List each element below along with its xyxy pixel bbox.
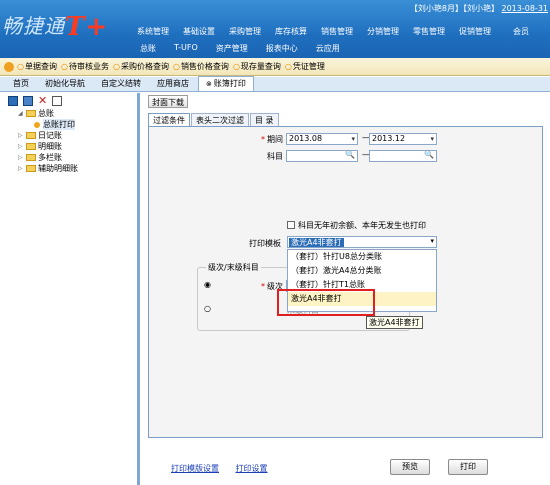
- quick-stock-query[interactable]: 现存量查询: [233, 61, 281, 72]
- subject-label: 科目: [267, 152, 283, 161]
- collapse-icon[interactable]: ▷: [18, 154, 24, 161]
- dropdown-arrow-icon: ▾: [430, 135, 434, 143]
- collapse-icon[interactable]: ▷: [18, 143, 24, 150]
- tab-custom-carry[interactable]: 自定义结转: [94, 77, 148, 91]
- leaf-icon: [34, 121, 40, 128]
- main-menu: 系统管理 基础设置 采购管理 库存核算 销售管理 分销管理 零售管理 促销管理 …: [130, 26, 544, 37]
- date-link[interactable]: 2013-08-31: [502, 4, 549, 13]
- page-tabs: 首页 初始化导航 自定义结转 应用商店 账簿打印: [0, 76, 550, 92]
- annotation-highlight-box: [277, 289, 375, 316]
- folder-icon: [26, 132, 36, 139]
- submenu-assets[interactable]: 资产管理: [216, 43, 248, 54]
- print-empty-checkbox[interactable]: [287, 221, 295, 229]
- tab-ledger-print[interactable]: 账簿打印: [198, 76, 254, 91]
- preview-button[interactable]: 预览: [390, 459, 430, 475]
- menu-system[interactable]: 系统管理: [130, 26, 176, 37]
- menu-inventory[interactable]: 库存核算: [268, 26, 314, 37]
- app-header: 畅捷通T+ 【刘小艳8月】【刘小艳】 2013-08-31 系统管理 基础设置 …: [0, 0, 550, 58]
- subject-from-input[interactable]: 🔍: [286, 150, 358, 162]
- period-to-select[interactable]: 2013.12 ▾: [369, 133, 437, 145]
- quick-purchase-price[interactable]: 采购价格查询: [113, 61, 169, 72]
- sidebar-toolbar: ✕: [0, 93, 137, 108]
- menu-member[interactable]: 会员: [498, 26, 544, 37]
- folder-icon: [26, 154, 36, 161]
- collapse-icon[interactable]: ▷: [18, 165, 24, 172]
- quick-voucher[interactable]: 凭证管理: [285, 61, 325, 72]
- template-label: 打印模板: [249, 239, 281, 248]
- quick-pending-review[interactable]: 待审核业务: [61, 61, 109, 72]
- period-from-select[interactable]: 2013.08 ▾: [286, 133, 358, 145]
- level-group-legend: 级次/末级科目: [206, 262, 261, 273]
- template-settings-link[interactable]: 打印模版设置: [171, 464, 219, 473]
- menu-retail[interactable]: 零售管理: [406, 26, 452, 37]
- filter-tabs: 过滤条件 表头二次过滤 目 录: [148, 113, 280, 127]
- option-tooltip: 激光A4非套打: [366, 316, 423, 329]
- template-selected-value: 激光A4非套打: [289, 238, 344, 247]
- tree-node-journal[interactable]: ▷ 日记账: [18, 130, 137, 141]
- print-settings-link[interactable]: 打印设置: [236, 464, 268, 473]
- ledger-tree: ◢ 总账 总账打印 ▷ 日记账 ▷ 明细账 ▷ 多栏账 ▷ 辅助明细账: [0, 108, 137, 174]
- edit-icon[interactable]: [52, 95, 63, 106]
- tab-home[interactable]: 首页: [6, 77, 36, 91]
- save-as-icon[interactable]: [23, 95, 33, 106]
- collapse-icon[interactable]: ▷: [18, 132, 24, 139]
- sidebar: ✕ ◢ 总账 总账打印 ▷ 日记账 ▷ 明细账 ▷ 多栏账 ▷ 辅助明细账: [0, 93, 140, 485]
- tree-node-gl[interactable]: ◢ 总账: [18, 108, 137, 119]
- tab-init-nav[interactable]: 初始化导航: [38, 77, 92, 91]
- tab-header-refilter[interactable]: 表头二次过滤: [191, 113, 249, 127]
- menu-sales[interactable]: 销售管理: [314, 26, 360, 37]
- print-empty-label: 科目无年初余额、本年无发生也打印: [298, 221, 426, 230]
- delete-icon[interactable]: ✕: [38, 95, 47, 106]
- menu-purchase[interactable]: 采购管理: [222, 26, 268, 37]
- user-info: 【刘小艳8月】【刘小艳】 2013-08-31: [409, 4, 549, 13]
- quick-sales-price[interactable]: 销售价格查询: [173, 61, 229, 72]
- template-option[interactable]: （套打）激光A4总分类账: [288, 264, 436, 278]
- expand-icon[interactable]: ◢: [18, 110, 24, 117]
- app-logo: 畅捷通T+: [2, 12, 109, 42]
- dropdown-arrow-icon: ▾: [430, 237, 434, 245]
- submenu-ufo[interactable]: T-UFO: [174, 43, 198, 54]
- quickbar-icon: [4, 61, 14, 72]
- tree-node-multi-column[interactable]: ▷ 多栏账: [18, 152, 137, 163]
- menu-distribution[interactable]: 分销管理: [360, 26, 406, 37]
- cover-download-button[interactable]: 封面下载: [148, 95, 188, 108]
- search-icon[interactable]: 🔍: [345, 150, 355, 160]
- quick-toolbar: 单据查询 待审核业务 采购价格查询 销售价格查询 现存量查询 凭证管理: [0, 58, 550, 76]
- tree-node-aux-detail[interactable]: ▷ 辅助明细账: [18, 163, 137, 174]
- menu-basic[interactable]: 基础设置: [176, 26, 222, 37]
- template-select[interactable]: 激光A4非套打 ▾: [287, 236, 437, 248]
- bottom-links: 打印模版设置 打印设置: [171, 463, 282, 474]
- save-icon[interactable]: [8, 95, 18, 106]
- folder-icon: [26, 143, 36, 150]
- tree-node-detail[interactable]: ▷ 明细账: [18, 141, 137, 152]
- period-label: * 期间: [261, 135, 283, 144]
- level-radio[interactable]: ◉: [204, 280, 211, 289]
- quick-doc-query[interactable]: 单据查询: [17, 61, 57, 72]
- subject-to-input[interactable]: 🔍: [369, 150, 437, 162]
- print-button[interactable]: 打印: [448, 459, 488, 475]
- template-option[interactable]: （套打）针打U8总分类账: [288, 250, 436, 264]
- submenu-gl[interactable]: 总账: [140, 43, 156, 54]
- search-icon[interactable]: 🔍: [424, 150, 434, 160]
- tab-app-store[interactable]: 应用商店: [150, 77, 196, 91]
- leaf-radio[interactable]: ○: [204, 304, 211, 313]
- submenu-reports[interactable]: 报表中心: [266, 43, 298, 54]
- tab-filter-conditions[interactable]: 过滤条件: [148, 113, 190, 127]
- submenu-cloud[interactable]: 云应用: [316, 43, 340, 54]
- folder-icon: [26, 110, 36, 117]
- folder-icon: [26, 165, 36, 172]
- tree-node-gl-print[interactable]: 总账打印: [18, 119, 137, 130]
- dropdown-arrow-icon: ▾: [351, 135, 355, 143]
- sub-menu: 总账 T-UFO 资产管理 报表中心 云应用: [140, 43, 358, 54]
- tab-catalog[interactable]: 目 录: [250, 113, 279, 127]
- menu-promotion[interactable]: 促销管理: [452, 26, 498, 37]
